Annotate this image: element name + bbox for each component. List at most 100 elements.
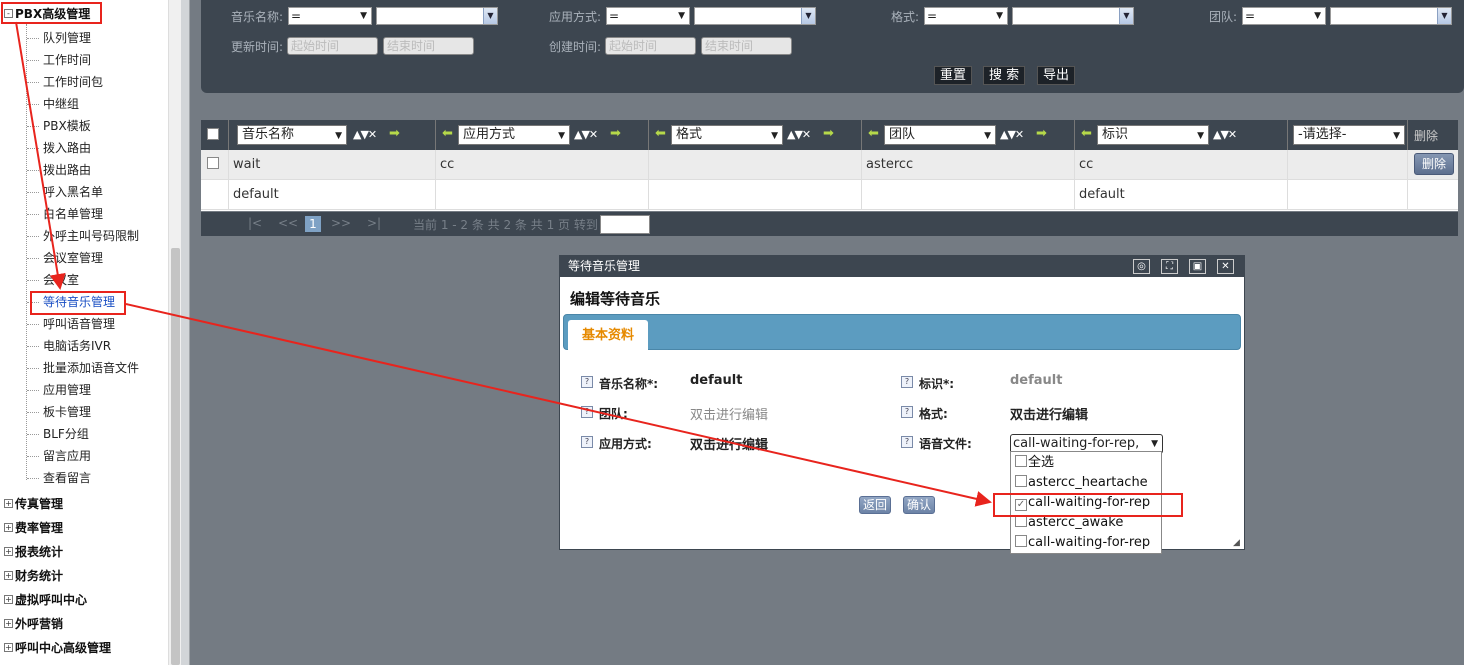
sidebar-item[interactable]: 白名单管理 bbox=[43, 203, 103, 225]
tag-value[interactable]: default bbox=[1010, 373, 1062, 388]
restore-icon[interactable]: ▣ bbox=[1189, 259, 1206, 274]
sidebar-item[interactable]: 呼叫语音管理 bbox=[43, 313, 115, 335]
scrollbar-thumb[interactable] bbox=[171, 248, 180, 665]
tree-node-label[interactable]: 费率管理 bbox=[15, 519, 63, 536]
move-right-icon[interactable]: ➡ bbox=[823, 126, 834, 141]
move-right-icon[interactable]: ➡ bbox=[1036, 126, 1047, 141]
select-all-checkbox[interactable] bbox=[207, 128, 219, 140]
sidebar-item[interactable]: 工作时间 bbox=[43, 49, 91, 71]
tree-node[interactable]: + 传真管理 bbox=[4, 492, 63, 514]
prev-page-button[interactable]: << bbox=[278, 216, 298, 230]
maximize-icon[interactable]: ⛶ bbox=[1161, 259, 1178, 274]
team-value-select[interactable]: ▼ bbox=[1330, 7, 1452, 25]
app-mode-operator[interactable]: = bbox=[606, 7, 690, 25]
next-page-button[interactable]: >> bbox=[331, 216, 351, 230]
create-time-end-input[interactable]: 结束时间 bbox=[701, 37, 792, 55]
tree-node-label[interactable]: 财务统计 bbox=[15, 567, 63, 584]
expand-icon[interactable]: + bbox=[4, 546, 13, 556]
tree-node[interactable]: + 外呼营销 bbox=[4, 612, 63, 634]
tree-node[interactable]: + 虚拟呼叫中心 bbox=[4, 588, 87, 610]
app-mode-value-select[interactable]: ▼ bbox=[694, 7, 816, 25]
move-left-icon[interactable]: ⬅ bbox=[442, 126, 453, 141]
sidebar-item[interactable]: 应用管理 bbox=[43, 379, 91, 401]
update-time-start-input[interactable]: 起始时间 bbox=[287, 37, 378, 55]
sidebar-item[interactable]: 查看留言 bbox=[43, 467, 91, 489]
column-picker[interactable]: 应用方式 bbox=[458, 125, 570, 145]
confirm-button[interactable]: 确认 bbox=[903, 496, 936, 514]
audio-option[interactable]: call-waiting-for-rep bbox=[1011, 533, 1161, 553]
tree-node-label[interactable]: 报表统计 bbox=[15, 543, 63, 560]
sidebar-item[interactable]: 板卡管理 bbox=[43, 401, 91, 423]
reset-button[interactable]: 重置 bbox=[934, 66, 973, 85]
create-time-start-input[interactable]: 起始时间 bbox=[605, 37, 696, 55]
resize-grip-icon[interactable]: ◢ bbox=[1233, 538, 1243, 548]
sidebar-item[interactable]: BLF分组 bbox=[43, 423, 89, 445]
sidebar-item[interactable]: 批量添加语音文件 bbox=[43, 357, 139, 379]
pin-icon[interactable]: ◎ bbox=[1133, 259, 1150, 274]
current-page[interactable]: 1 bbox=[305, 216, 321, 232]
team-value[interactable]: 双击进行编辑 bbox=[690, 404, 768, 423]
sidebar-item[interactable]: 电脑话务IVR bbox=[43, 335, 111, 357]
expand-icon[interactable]: + bbox=[4, 618, 13, 628]
sidebar-scrollbar[interactable] bbox=[168, 0, 181, 665]
tree-node-label[interactable]: 虚拟呼叫中心 bbox=[15, 591, 87, 608]
sort-icon[interactable]: ▲▼✕ bbox=[353, 128, 377, 141]
audio-option[interactable]: 全选 bbox=[1011, 453, 1161, 473]
format-operator[interactable]: = bbox=[924, 7, 1008, 25]
sidebar-item[interactable]: 外呼主叫号码限制 bbox=[43, 225, 139, 247]
sidebar-item[interactable]: PBX模板 bbox=[43, 115, 91, 137]
move-right-icon[interactable]: ➡ bbox=[389, 126, 400, 141]
audio-option[interactable]: astercc_heartache bbox=[1011, 473, 1161, 493]
dialog-titlebar[interactable]: 等待音乐管理 ◎ ⛶ ▣ ✕ bbox=[560, 256, 1244, 277]
help-icon[interactable]: ? bbox=[901, 376, 913, 388]
move-right-icon[interactable]: ➡ bbox=[610, 126, 621, 141]
format-value-select[interactable]: ▼ bbox=[1012, 7, 1134, 25]
sidebar-item[interactable]: 留言应用 bbox=[43, 445, 91, 467]
sidebar-item[interactable]: 拨出路由 bbox=[43, 159, 91, 181]
tree-node[interactable]: + 费率管理 bbox=[4, 516, 63, 538]
table-row[interactable]: wait cc astercc cc 删除 bbox=[201, 150, 1458, 180]
sort-icon[interactable]: ▲▼✕ bbox=[1213, 128, 1237, 141]
first-page-button[interactable]: |< bbox=[248, 216, 262, 230]
checkbox-icon[interactable] bbox=[1015, 475, 1027, 487]
help-icon[interactable]: ? bbox=[581, 406, 593, 418]
sort-icon[interactable]: ▲▼✕ bbox=[1000, 128, 1024, 141]
tab-basic-info[interactable]: 基本资料 bbox=[568, 320, 648, 351]
sidebar-item[interactable]: 会议室 bbox=[43, 269, 79, 291]
column-picker[interactable]: 团队 bbox=[884, 125, 996, 145]
move-left-icon[interactable]: ⬅ bbox=[1081, 126, 1092, 141]
move-left-icon[interactable]: ⬅ bbox=[655, 126, 666, 141]
sidebar-item[interactable]: 队列管理 bbox=[43, 27, 91, 49]
help-icon[interactable]: ? bbox=[581, 436, 593, 448]
sort-icon[interactable]: ▲▼✕ bbox=[574, 128, 598, 141]
sidebar-item[interactable]: 工作时间包 bbox=[43, 71, 103, 93]
tree-node[interactable]: + 报表统计 bbox=[4, 540, 63, 562]
goto-page-input[interactable] bbox=[600, 215, 650, 234]
sidebar-item[interactable]: 拨入路由 bbox=[43, 137, 91, 159]
format-value[interactable]: 双击进行编辑 bbox=[1010, 404, 1088, 423]
search-button[interactable]: 搜 索 bbox=[983, 66, 1026, 85]
help-icon[interactable]: ? bbox=[581, 376, 593, 388]
export-button[interactable]: 导出 bbox=[1037, 66, 1076, 85]
help-icon[interactable]: ? bbox=[901, 436, 913, 448]
tree-node-label[interactable]: 传真管理 bbox=[15, 495, 63, 512]
sidebar-splitter[interactable] bbox=[181, 0, 190, 665]
expand-icon[interactable]: + bbox=[4, 642, 13, 652]
close-icon[interactable]: ✕ bbox=[1217, 259, 1234, 274]
column-picker[interactable]: -请选择- bbox=[1293, 125, 1405, 145]
expand-icon[interactable]: + bbox=[4, 498, 13, 508]
music-name-operator[interactable]: = bbox=[288, 7, 372, 25]
music-name-value[interactable]: default bbox=[690, 373, 742, 388]
expand-icon[interactable]: + bbox=[4, 522, 13, 532]
music-name-value-select[interactable]: ▼ bbox=[376, 7, 498, 25]
column-picker[interactable]: 标识 bbox=[1097, 125, 1209, 145]
update-time-end-input[interactable]: 结束时间 bbox=[383, 37, 474, 55]
expand-icon[interactable]: + bbox=[4, 594, 13, 604]
team-operator[interactable]: = bbox=[1242, 7, 1326, 25]
tree-node[interactable]: + 呼叫中心高级管理 bbox=[4, 636, 111, 658]
tree-node-label[interactable]: 呼叫中心高级管理 bbox=[15, 639, 111, 656]
checkbox-icon[interactable] bbox=[1015, 455, 1027, 467]
sidebar-item[interactable]: 中继组 bbox=[43, 93, 79, 115]
checkbox-icon[interactable] bbox=[1015, 535, 1027, 547]
help-icon[interactable]: ? bbox=[901, 406, 913, 418]
